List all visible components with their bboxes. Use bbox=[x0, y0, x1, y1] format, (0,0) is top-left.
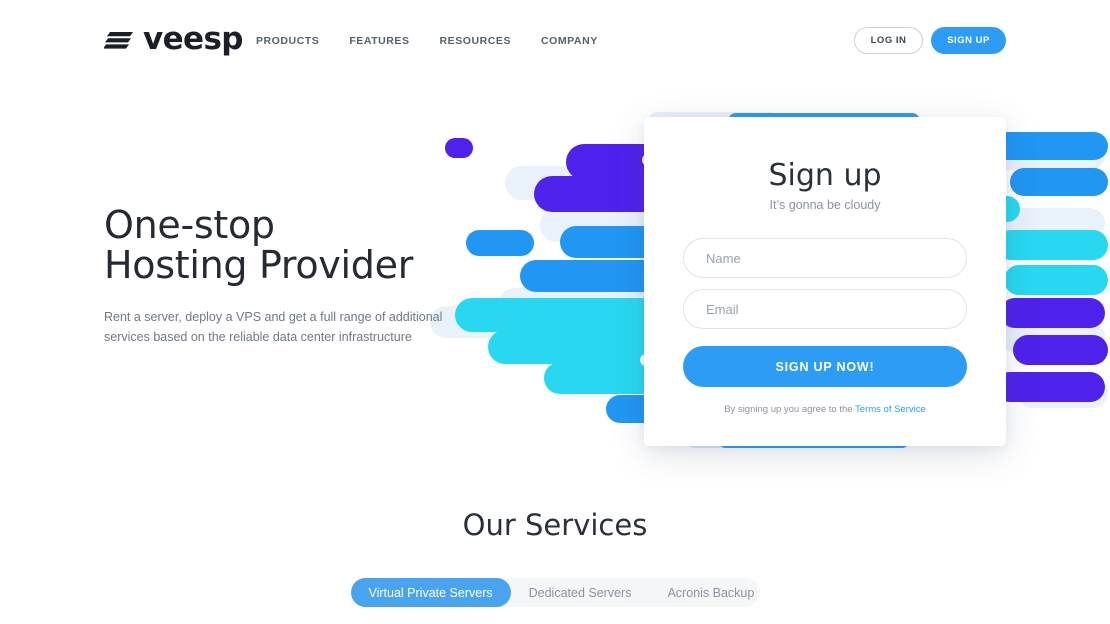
sign-up-button[interactable]: SIGN UP bbox=[931, 27, 1006, 54]
hero-title-line1: One-stop bbox=[104, 203, 275, 247]
brand-name: veesp bbox=[143, 21, 244, 57]
hero-title-line2: Hosting Provider bbox=[104, 243, 414, 287]
name-input[interactable] bbox=[683, 238, 967, 278]
nav-item-products[interactable]: PRODUCTS bbox=[256, 33, 319, 49]
tab-acronis-backup[interactable]: Acronis Backup bbox=[649, 578, 772, 607]
terms-of-service-link[interactable]: Terms of Service bbox=[855, 404, 926, 415]
auth-actions: LOG IN SIGN UP bbox=[854, 27, 1006, 54]
signup-title: Sign up bbox=[768, 158, 882, 193]
hero-copy: One-stop Hosting Provider Rent a server,… bbox=[104, 205, 504, 347]
signup-card: Sign up It’s gonna be cloudy SIGN UP NOW… bbox=[644, 117, 1006, 446]
nav-item-features[interactable]: FEATURES bbox=[349, 33, 409, 49]
tab-dedicated-servers[interactable]: Dedicated Servers bbox=[511, 578, 650, 607]
terms-notice: By signing up you agree to the Terms of … bbox=[644, 404, 1006, 415]
hero-subtitle: Rent a server, deploy a VPS and get a fu… bbox=[104, 310, 443, 344]
sign-up-now-button[interactable]: SIGN UP NOW! bbox=[683, 346, 967, 387]
tab-virtual-private-servers[interactable]: Virtual Private Servers bbox=[350, 578, 511, 607]
services-tabs: Virtual Private Servers Dedicated Server… bbox=[350, 578, 760, 607]
slanted-bars-icon bbox=[104, 29, 134, 51]
services-section: Our Services Virtual Private Servers Ded… bbox=[0, 505, 1110, 607]
hero-title: One-stop Hosting Provider bbox=[104, 205, 504, 285]
log-in-button[interactable]: LOG IN bbox=[854, 27, 923, 54]
brand-logo[interactable]: veesp bbox=[104, 21, 244, 57]
nav-item-resources[interactable]: RESOURCES bbox=[440, 33, 511, 49]
email-input[interactable] bbox=[683, 289, 967, 329]
terms-prefix: By signing up you agree to the bbox=[724, 404, 856, 415]
services-title: Our Services bbox=[462, 508, 648, 542]
signup-subtitle: It’s gonna be cloudy bbox=[769, 198, 881, 212]
nav-item-company[interactable]: COMPANY bbox=[541, 33, 598, 49]
main-nav: PRODUCTS FEATURES RESOURCES COMPANY bbox=[256, 33, 598, 49]
landing-page: veesp PRODUCTS FEATURES RESOURCES COMPAN… bbox=[0, 0, 1110, 624]
site-header: veesp PRODUCTS FEATURES RESOURCES COMPAN… bbox=[0, 0, 1110, 82]
